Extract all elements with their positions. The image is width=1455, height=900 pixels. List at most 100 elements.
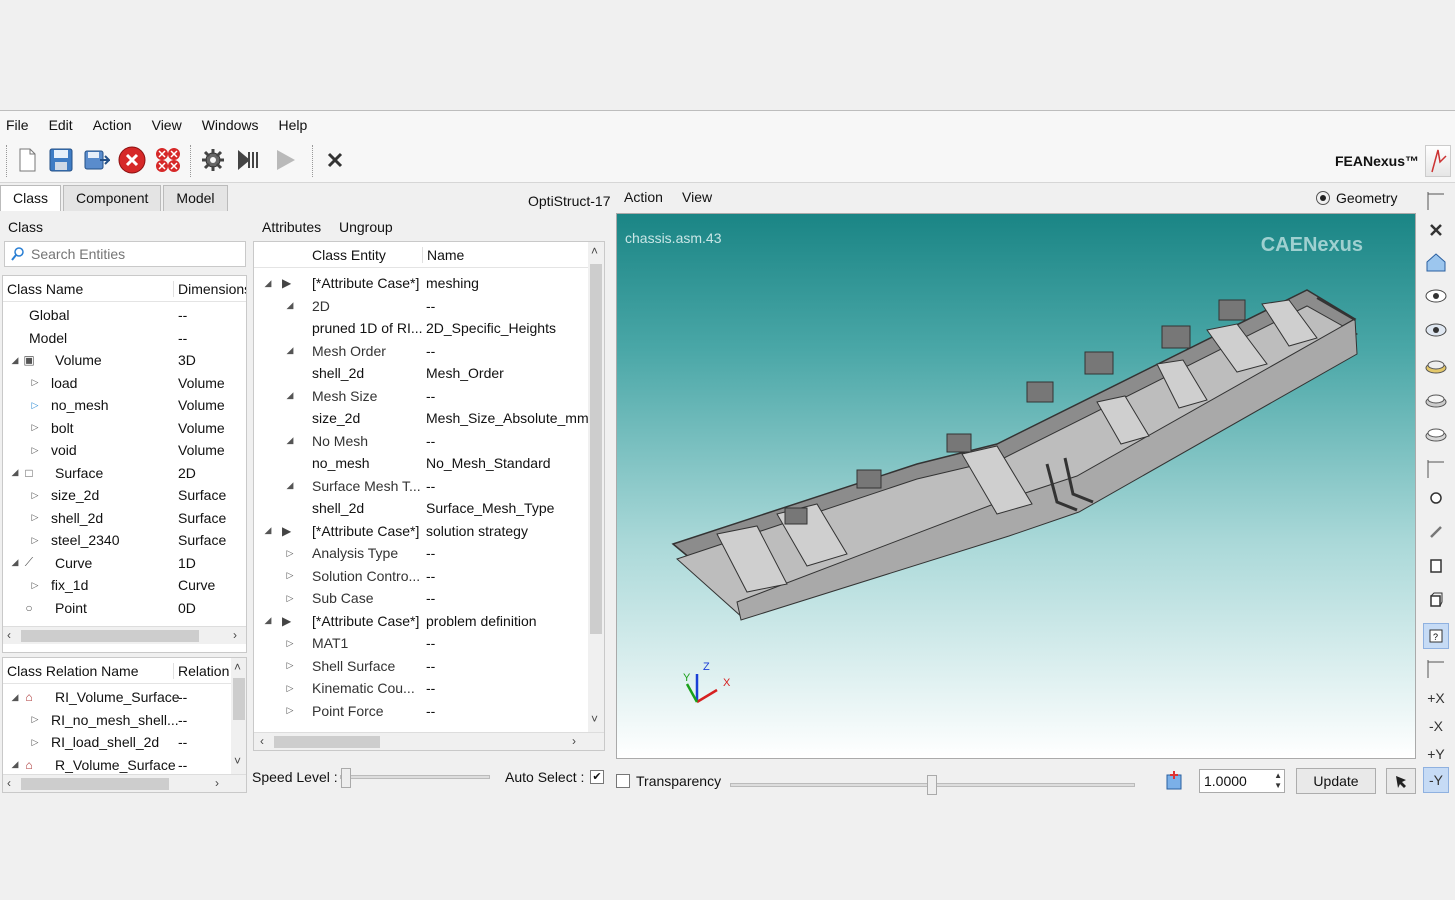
tab-model[interactable]: Model [163,185,228,211]
col-class-entity[interactable]: Class Entity [312,247,386,263]
expand-open-icon[interactable]: ◢ [9,557,21,568]
attribute-row[interactable]: ◢ No Mesh -- [254,430,588,452]
expand-closed-icon[interactable]: ▷ [29,580,41,591]
attribute-row[interactable]: ◢ ▶ [*Attribute Case*] meshing [254,272,588,294]
attribute-row[interactable]: no_mesh No_Mesh_Standard [254,452,588,474]
expand-open-icon[interactable]: ◢ [262,525,274,536]
tab-component[interactable]: Component [63,185,162,211]
attribute-row[interactable]: ◢ Surface Mesh T... -- [254,475,588,497]
attribute-row[interactable]: ▷ Sub Case -- [254,587,588,609]
attribute-row[interactable]: ◢ ▶ [*Attribute Case*] solution strategy [254,520,588,542]
shaded-view-button[interactable] [1423,353,1449,379]
transparency-slider[interactable] [730,775,1135,795]
close-model-button[interactable] [117,145,147,175]
scroll-left-arrow[interactable]: ‹ [7,628,11,642]
expand-closed-icon[interactable]: ▷ [29,490,41,501]
transparency-slider-handle[interactable] [927,775,937,795]
expand-closed-icon[interactable]: ▷ [284,570,296,581]
expand-open-icon[interactable]: ◢ [284,345,296,356]
class-tree-row[interactable]: ▷ load Volume [3,372,246,394]
speed-slider-handle[interactable] [341,768,351,788]
class-tree-row[interactable]: ◢ □ Surface 2D [3,462,246,484]
scroll-thumb[interactable] [274,736,380,748]
menu-edit[interactable]: Edit [49,117,73,133]
col-dimensions[interactable]: Dimensions [173,280,246,297]
face-select-button[interactable] [1423,553,1449,579]
show-only-button[interactable] [1423,317,1449,343]
attribute-row[interactable]: ▷ Solution Contro... -- [254,565,588,587]
relation-row[interactable]: ◢ ⌂ R_Volume_Surface -- [3,754,231,776]
point-select-button[interactable] [1423,485,1449,511]
col-class-name[interactable]: Class Name [7,281,83,297]
attribute-row[interactable]: pruned 1D of RI... 2D_Specific_Heights [254,317,588,339]
expand-open-icon[interactable]: ◢ [9,692,21,703]
expand-open-icon[interactable]: ◢ [284,390,296,401]
expand-open-icon[interactable]: ◢ [262,615,274,626]
class-tree-row[interactable]: ▷ shell_2d Surface [3,507,246,529]
expand-closed-icon[interactable]: ▷ [29,737,41,748]
attribute-row[interactable]: ◢ ▶ [*Attribute Case*] problem definition [254,610,588,632]
class-tree-row[interactable]: ◢ ⟋ Curve 1D [3,552,246,574]
edge-select-button[interactable] [1423,519,1449,545]
class-tree-row[interactable]: ▷ no_mesh Volume [3,394,246,416]
scroll-right-arrow[interactable]: › [233,628,237,642]
scroll-thumb[interactable] [21,778,169,790]
expand-closed-icon[interactable]: ▷ [29,714,41,725]
col-relation[interactable]: Relation [173,662,229,679]
expand-closed-icon[interactable]: ▷ [284,683,296,694]
attribute-vscroll[interactable]: ˄ ˅ [588,242,604,732]
scroll-up-arrow[interactable]: ˄ [234,660,241,674]
expand-open-icon[interactable]: ◢ [9,467,21,478]
expand-closed-icon[interactable]: ▷ [29,535,41,546]
menu-windows[interactable]: Windows [202,117,259,133]
search-input[interactable] [31,246,231,262]
3d-viewport[interactable]: chassis.asm.43 CAENexus Z X Y [616,213,1416,759]
expand-closed-icon[interactable]: ▷ [29,377,41,388]
scroll-down-arrow[interactable]: ˅ [234,754,241,768]
close-toolbar-button[interactable] [320,145,350,175]
expand-open-icon[interactable]: ◢ [262,278,274,289]
view-plus-y-button[interactable]: +Y [1423,741,1449,767]
attribute-row[interactable]: ◢ Mesh Order -- [254,340,588,362]
select-pointer-button[interactable] [1386,768,1416,794]
save-as-button[interactable] [82,145,112,175]
save-button[interactable] [46,145,76,175]
class-tree-row[interactable]: ▷ size_2d Surface [3,484,246,506]
expand-closed-icon[interactable]: ▷ [284,548,296,559]
home-view-button[interactable] [1423,249,1449,275]
expand-open-icon[interactable]: ◢ [284,435,296,446]
speed-slider[interactable] [340,768,490,788]
attribute-row[interactable]: size_2d Mesh_Size_Absolute_mm [254,407,589,429]
relation-row[interactable]: ▷ RI_load_shell_2d -- [3,731,231,753]
expand-closed-icon[interactable]: ▷ [29,512,41,523]
class-tree-row[interactable]: ◢ ▣ Volume 3D [3,349,246,371]
menu-view[interactable]: View [152,117,182,133]
class-tree-row[interactable]: ▷ bolt Volume [3,417,246,439]
col-relation-name[interactable]: Class Relation Name [7,663,139,679]
view-minus-x-button[interactable]: -X [1423,713,1449,739]
hidden-line-view-button[interactable] [1423,421,1449,447]
viewer-menu-view[interactable]: View [682,189,712,205]
attribute-row[interactable]: ◢ Mesh Size -- [254,385,588,407]
query-select-button[interactable]: ? [1423,623,1449,649]
scroll-up-arrow[interactable]: ˄ [591,244,598,258]
run-step-button[interactable] [234,145,264,175]
menu-help[interactable]: Help [279,117,308,133]
class-tree-row[interactable]: Model -- [3,327,246,349]
expand-closed-icon[interactable]: ▷ [29,445,41,456]
scroll-down-arrow[interactable]: ˅ [591,712,598,726]
show-button[interactable] [1423,283,1449,309]
attribute-row[interactable]: ▷ Analysis Type -- [254,542,588,564]
expand-closed-icon[interactable]: ▷ [284,705,296,716]
scroll-left-arrow[interactable]: ‹ [260,734,264,748]
menu-action[interactable]: Action [93,117,132,133]
close-view-button[interactable] [1423,217,1449,243]
expand-open-icon[interactable]: ◢ [284,300,296,311]
attribute-row[interactable]: shell_2d Mesh_Order [254,362,588,384]
expand-open-icon[interactable]: ◢ [9,355,21,366]
attribute-row[interactable]: ◢ 2D -- [254,295,588,317]
expand-closed-icon[interactable]: ▷ [284,593,296,604]
viewer-menu-action[interactable]: Action [624,189,663,205]
relation-row[interactable]: ◢ ⌂ RI_Volume_Surface -- [3,686,231,708]
view-minus-y-button[interactable]: -Y [1423,767,1449,793]
